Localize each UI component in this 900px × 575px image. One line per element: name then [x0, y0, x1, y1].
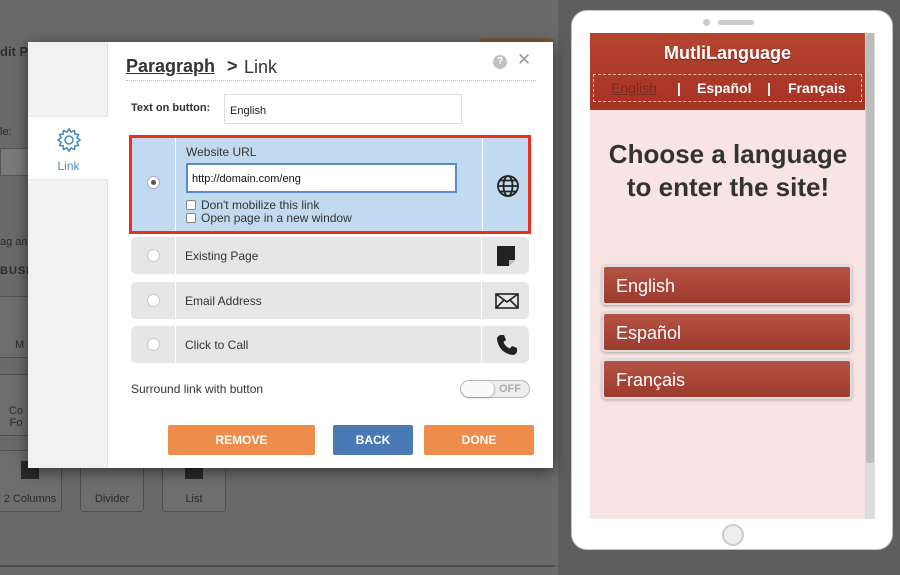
envelope-icon — [495, 293, 519, 309]
nav-separator: | — [767, 80, 771, 96]
editor-title-fragment: dit P — [0, 44, 29, 59]
breadcrumb-paragraph[interactable]: Paragraph — [126, 56, 215, 77]
website-url-label: Website URL — [186, 145, 257, 159]
dont-mobilize-checkbox[interactable] — [186, 200, 196, 210]
editor-field — [0, 148, 30, 176]
editor-section-fragment: BUSI — [0, 265, 31, 277]
existing-page-radio[interactable] — [147, 249, 160, 262]
preview-screen: MutliLanguage English | Español | França… — [590, 33, 875, 519]
site-header: MutliLanguage English | Español | França… — [590, 33, 865, 110]
close-icon[interactable]: ✕ — [517, 50, 531, 70]
language-button-francais[interactable]: Français — [602, 359, 852, 399]
option-existing-page[interactable]: Existing Page — [131, 237, 529, 274]
existing-page-label: Existing Page — [185, 249, 259, 263]
gear-icon — [56, 127, 81, 153]
language-button-english[interactable]: English — [602, 265, 852, 305]
surround-link-label: Surround link with button — [131, 382, 264, 396]
surround-link-toggle[interactable]: OFF — [460, 380, 530, 398]
nav-link-francais[interactable]: Français — [788, 80, 846, 96]
option-click-to-call[interactable]: Click to Call — [131, 326, 529, 363]
help-icon[interactable]: ? — [493, 55, 507, 69]
new-window-row[interactable]: Open page in a new window — [186, 211, 352, 225]
email-address-radio[interactable] — [147, 294, 160, 307]
nav-link-espanol[interactable]: Español — [697, 80, 751, 96]
editor-scrollbar — [0, 565, 555, 567]
click-to-call-label: Click to Call — [185, 338, 249, 352]
tab-link-label: Link — [57, 159, 80, 173]
breadcrumb-separator: > — [227, 56, 238, 76]
language-button-espanol[interactable]: Español — [602, 312, 852, 352]
nav-link-english[interactable]: English — [611, 80, 657, 96]
page-icon — [497, 246, 515, 266]
tab-link[interactable]: Link — [28, 116, 109, 180]
phone-icon — [497, 335, 517, 355]
new-window-label: Open page in a new window — [201, 211, 352, 225]
back-button[interactable]: BACK — [333, 425, 413, 455]
email-address-label: Email Address — [185, 294, 262, 308]
globe-icon — [497, 175, 519, 197]
editor-text-fragment: ag an — [0, 236, 28, 248]
text-on-button-input[interactable]: English — [224, 94, 462, 124]
home-button — [722, 524, 744, 546]
text-on-button-label: Text on button: — [131, 102, 211, 114]
toggle-knob — [461, 381, 495, 397]
option-email-address[interactable]: Email Address — [131, 282, 529, 319]
remove-button[interactable]: REMOVE — [168, 425, 315, 455]
click-to-call-radio[interactable] — [147, 338, 160, 351]
done-button[interactable]: DONE — [424, 425, 534, 455]
preview-scrollbar[interactable] — [865, 33, 875, 519]
website-url-radio[interactable] — [147, 176, 160, 189]
option-website-url[interactable]: Website URL http://domain.com/eng Don't … — [129, 135, 531, 234]
dialog-header: Paragraph > Link ? ✕ — [126, 48, 536, 81]
camera-dot — [703, 19, 710, 26]
editor-field-label: le: — [0, 126, 12, 138]
new-window-checkbox[interactable] — [186, 213, 196, 223]
toggle-state: OFF — [499, 383, 521, 395]
site-title: MutliLanguage — [664, 43, 791, 63]
url-input[interactable]: http://domain.com/eng — [186, 163, 457, 193]
dialog-sidebar: Link — [28, 42, 109, 468]
choose-language-heading: Choose a language to enter the site! — [608, 139, 848, 202]
link-dialog: Link Paragraph > Link ? ✕ Text on button… — [28, 42, 553, 468]
nav-separator: | — [677, 80, 681, 96]
dont-mobilize-label: Don't mobilize this link — [201, 198, 320, 212]
dont-mobilize-row[interactable]: Don't mobilize this link — [186, 198, 319, 212]
breadcrumb-current: Link — [244, 57, 278, 77]
speaker-slot — [718, 20, 754, 25]
preview-scroll-thumb[interactable] — [866, 33, 874, 463]
language-nav: English | Español | Français — [593, 74, 862, 102]
phone-preview: MutliLanguage English | Español | França… — [571, 10, 893, 550]
